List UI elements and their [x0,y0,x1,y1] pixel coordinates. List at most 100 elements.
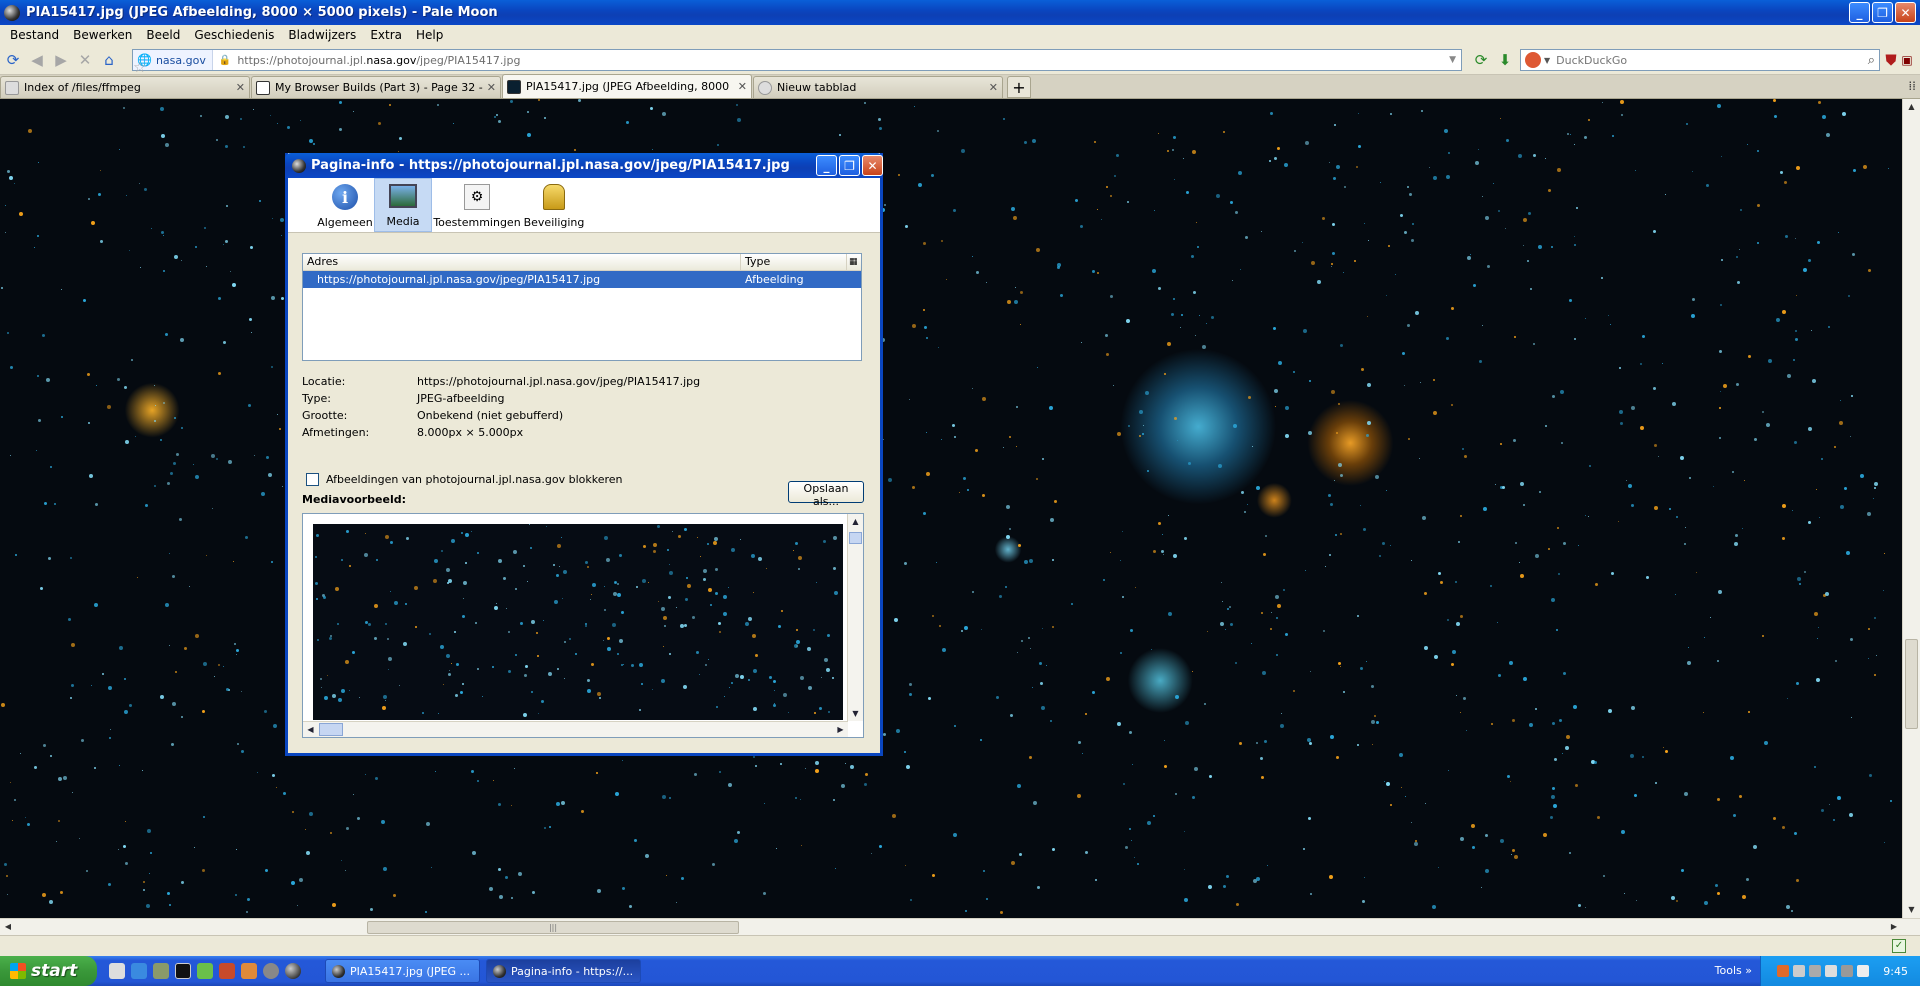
search-bar[interactable]: ▼ ⌕ [1520,49,1880,71]
star-dot [581,810,584,813]
star-dot [1715,884,1718,887]
scroll-thumb[interactable] [319,723,343,736]
star-dot [728,783,732,787]
preview-vertical-scrollbar[interactable]: ▲ ▼ [847,514,863,721]
app-icon[interactable] [219,963,235,979]
volume-icon[interactable] [1857,965,1870,977]
tab-close-icon[interactable]: ✕ [236,81,245,94]
explorer-icon[interactable] [153,963,169,979]
maximize-button[interactable]: ❐ [1872,2,1893,23]
column-picker-icon[interactable]: ▦ [847,254,861,270]
dialog-close-button[interactable]: ✕ [862,155,883,176]
app-icon[interactable] [263,963,279,979]
back-icon[interactable]: ◀ [26,49,48,71]
media-list[interactable]: Adres Type ▦ https://photojournal.jpl.na… [302,253,862,361]
scroll-right-icon[interactable]: ▶ [833,722,848,737]
scroll-down-icon[interactable]: ▼ [848,706,863,721]
scroll-left-icon[interactable]: ◀ [0,919,16,935]
url-dropdown-icon[interactable]: ▼ [1449,55,1456,65]
star-dot [1757,150,1759,152]
tray-app-icon[interactable] [1777,965,1790,977]
taskbar-item-browser[interactable]: PIA15417.jpg (JPEG ... [325,959,480,983]
media-row[interactable]: https://photojournal.jpl.nasa.gov/jpeg/P… [303,271,861,288]
tools-toolbar[interactable]: Tools » [1715,964,1752,977]
scroll-thumb[interactable] [849,532,862,544]
star-dot [1438,572,1441,575]
media-preview[interactable]: ▲ ▼ ◀ ▶ [302,513,864,738]
app-icon[interactable] [241,963,257,979]
cmd-icon[interactable] [175,963,191,979]
scroll-thumb[interactable] [1905,639,1918,729]
save-as-button[interactable]: Opslaan als... [788,481,864,508]
star-dot [88,422,90,424]
scroll-left-icon[interactable]: ◀ [303,722,318,737]
dialog-minimize-button[interactable]: _ [816,155,837,176]
url-bar[interactable]: 🌐 nasa.gov 🔒 https://photojournal.jpl.na… [132,49,1462,76]
reload-icon[interactable]: ⟳ [2,49,24,71]
url-text[interactable]: https://photojournal.jpl.nasa.gov/jpeg/P… [231,54,1449,67]
tab-algemeen[interactable]: i Algemeen [316,178,374,232]
scroll-down-icon[interactable]: ▼ [1903,902,1920,918]
tab-new[interactable]: Nieuw tabblad ✕ [753,76,1003,98]
search-input[interactable] [1556,53,1868,67]
tab-close-icon[interactable]: ✕ [738,80,747,93]
star-dot [1569,299,1572,302]
block-images-checkbox[interactable] [306,473,319,486]
block-images-option[interactable]: Afbeeldingen van photojournal.jpl.nasa.g… [306,473,623,486]
stop-icon[interactable]: ✕ [74,49,96,71]
go-icon[interactable]: ⟳ [1470,49,1492,71]
tab-close-icon[interactable]: ✕ [487,81,496,94]
engine-dropdown-icon[interactable]: ▼ [1544,56,1550,65]
ublock-icon[interactable]: ▣ [1896,49,1918,71]
preview-horizontal-scrollbar[interactable]: ◀ ▶ [303,721,848,737]
security-shield-icon[interactable]: ✓ [1892,939,1906,953]
menu-extra[interactable]: Extra [363,28,409,42]
star-dot [941,240,943,242]
desktop-icon[interactable] [109,963,125,979]
clock[interactable]: 9:45 [1883,965,1908,978]
close-button[interactable]: ✕ [1895,2,1916,23]
palemoon-icon[interactable] [285,963,301,979]
tab-groups-icon[interactable]: ⁞⁞ [1908,79,1916,93]
bookmark-star-icon[interactable]: ☆ [133,58,146,76]
column-type[interactable]: Type [741,254,847,270]
horizontal-scrollbar[interactable]: ◀ ||| ▶ [0,918,1920,935]
start-button[interactable]: start [0,956,97,986]
tray-app-icon[interactable] [1793,965,1806,977]
scroll-up-icon[interactable]: ▲ [1903,99,1920,115]
tab-close-icon[interactable]: ✕ [989,81,998,94]
scroll-up-icon[interactable]: ▲ [848,514,863,529]
minimize-button[interactable]: _ [1849,2,1870,23]
scroll-thumb[interactable]: ||| [367,921,739,934]
ie-icon[interactable] [131,963,147,979]
star-dot [1839,421,1843,425]
menu-bestand[interactable]: Bestand [3,28,66,42]
column-address[interactable]: Adres [303,254,741,270]
tab-toestemmingen[interactable]: ⚙ Toestemmingen [432,178,522,232]
download-icon[interactable]: ⬇ [1494,49,1516,71]
home-icon[interactable]: ⌂ [98,49,120,71]
app-icon[interactable] [197,963,213,979]
vertical-scrollbar[interactable]: ▲ ▼ [1902,99,1920,918]
tray-app-icon[interactable] [1825,965,1838,977]
tab-beveiliging[interactable]: Beveiliging [522,178,586,232]
menu-beeld[interactable]: Beeld [139,28,187,42]
taskbar-item-pageinfo[interactable]: Pagina-info - https://... [486,959,641,983]
dialog-maximize-button[interactable]: ❐ [839,155,860,176]
star-dot [1785,235,1788,238]
tray-app-icon[interactable] [1841,965,1854,977]
menu-geschiedenis[interactable]: Geschiedenis [187,28,281,42]
menu-bewerken[interactable]: Bewerken [66,28,139,42]
tab-media[interactable]: Media [374,178,432,232]
new-tab-button[interactable]: + [1007,76,1031,98]
scroll-right-icon[interactable]: ▶ [1886,919,1902,935]
tab-pia15417[interactable]: PIA15417.jpg (JPEG Afbeelding, 8000 ×...… [502,74,752,98]
tab-index-ffmpeg[interactable]: Index of /files/ffmpeg ✕ [0,76,250,98]
forward-icon[interactable]: ▶ [50,49,72,71]
star-dot [1561,442,1563,444]
menu-bladwijzers[interactable]: Bladwijzers [281,28,363,42]
menu-help[interactable]: Help [409,28,450,42]
search-icon[interactable]: ⌕ [1868,53,1875,68]
tray-app-icon[interactable] [1809,965,1822,977]
tab-browser-builds[interactable]: My Browser Builds (Part 3) - Page 32 - W… [251,76,501,98]
